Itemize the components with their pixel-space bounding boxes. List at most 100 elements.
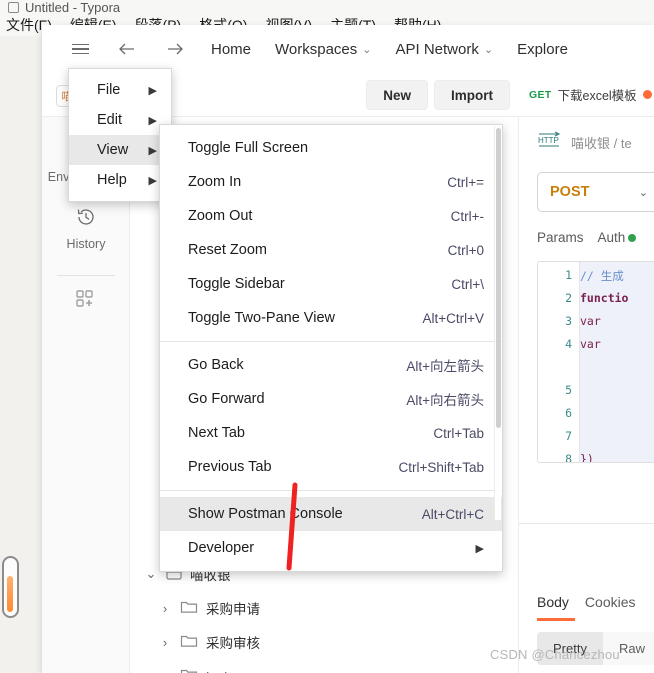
nav-home-label: Home xyxy=(211,40,252,58)
chevron-right-icon: ▶ xyxy=(475,542,484,555)
code-line: functio xyxy=(580,291,629,305)
chevron-right-icon: ▶ xyxy=(148,114,157,127)
line-number: 5 xyxy=(565,383,572,397)
menu-item-view[interactable]: View ▶ xyxy=(69,135,171,165)
auth-configured-dot xyxy=(628,234,637,242)
chevron-right-icon: ▶ xyxy=(148,84,157,97)
line-number: 6 xyxy=(565,406,572,420)
menu-item-zoom-in[interactable]: Zoom In Ctrl+= xyxy=(160,165,502,199)
menu-item-shortcut: Ctrl+- xyxy=(450,208,484,224)
menu-item-reset-zoom[interactable]: Reset Zoom Ctrl+0 xyxy=(160,233,502,267)
code-gutter: 1 2 3 4 5 6 7 8 9 xyxy=(538,262,580,462)
nav-explore-label: Explore xyxy=(517,40,568,58)
script-code-editor[interactable]: 1 2 3 4 5 6 7 8 9 // 生成 functio var var xyxy=(537,261,654,463)
line-number xyxy=(538,360,579,383)
menu-separator xyxy=(160,341,502,342)
tab-method-badge: GET xyxy=(529,88,552,101)
chevron-down-icon[interactable]: ⌄ xyxy=(158,668,172,673)
menu-item-shortcut: Alt+Ctrl+V xyxy=(422,310,484,326)
menu-item-next-tab[interactable]: Next Tab Ctrl+Tab xyxy=(160,416,502,450)
hamburger-icon[interactable] xyxy=(58,40,103,59)
menu-item-label: Go Back xyxy=(188,357,244,373)
code-lines[interactable]: // 生成 functio var var }) ret xyxy=(580,262,628,462)
tree-folder-row[interactable]: ⌄ test xyxy=(130,659,518,673)
menu-item-shortcut: Alt+向右箭头 xyxy=(406,393,484,408)
tab-params[interactable]: Params xyxy=(537,230,584,245)
method-selector[interactable]: POST ⌄ xyxy=(537,172,654,212)
menu-item-help[interactable]: Help ▶ xyxy=(69,165,171,195)
folder-icon xyxy=(180,633,198,651)
nav-api-network[interactable]: API Network ⌄ xyxy=(384,37,506,62)
breadcrumb: HTTP 喵收银 / te xyxy=(519,117,654,154)
code-line: var xyxy=(580,337,601,351)
typora-app-icon xyxy=(8,1,19,13)
nav-explore[interactable]: Explore xyxy=(505,37,580,62)
line-number: 2 xyxy=(565,291,572,305)
menu-item-label: Toggle Sidebar xyxy=(188,276,285,292)
tab-authorization[interactable]: Auth xyxy=(598,230,637,245)
tree-folder-row[interactable]: › 采购申请 xyxy=(130,591,518,625)
folder-icon xyxy=(180,667,198,673)
menu-item-toggle-full-screen[interactable]: Toggle Full Screen xyxy=(160,131,502,165)
menu-item-zoom-out[interactable]: Zoom Out Ctrl+- xyxy=(160,199,502,233)
slider-fill xyxy=(7,576,13,612)
menu-item-go-forward[interactable]: Go Forward Alt+向右箭头 xyxy=(160,382,502,416)
chevron-right-icon[interactable]: › xyxy=(158,635,172,650)
tab-cookies[interactable]: Cookies xyxy=(585,594,636,610)
response-divider xyxy=(519,523,654,524)
menu-item-shortcut: Ctrl+0 xyxy=(447,242,484,258)
menu-scrollbar[interactable] xyxy=(494,126,501,520)
menu-item-shortcut: Alt+向左箭头 xyxy=(406,359,484,374)
breadcrumb-path[interactable]: 喵收银 / te xyxy=(571,133,632,152)
arrow-left-icon[interactable] xyxy=(103,37,151,61)
line-number: 4 xyxy=(565,337,572,351)
nav-workspaces[interactable]: Workspaces ⌄ xyxy=(263,37,383,62)
chevron-down-icon: ⌄ xyxy=(483,43,494,56)
sidebar-item-add-apps[interactable] xyxy=(42,276,130,329)
menu-item-shortcut: Ctrl+= xyxy=(447,174,484,190)
chevron-down-icon[interactable]: ⌄ xyxy=(144,566,158,582)
menu-item-label: Zoom In xyxy=(188,174,242,190)
tab-title[interactable]: 下载excel模板 xyxy=(558,85,637,104)
menu-item-go-back[interactable]: Go Back Alt+向左箭头 xyxy=(160,348,502,382)
code-line: var xyxy=(580,314,601,328)
menu-item-file[interactable]: File ▶ xyxy=(69,75,171,105)
menu-item-previous-tab[interactable]: Previous Tab Ctrl+Shift+Tab xyxy=(160,450,502,484)
menu-item-label: Developer xyxy=(188,540,255,556)
response-pane: Body Cookies xyxy=(519,580,654,610)
chevron-down-icon: ⌄ xyxy=(638,186,648,199)
unsaved-changes-dot xyxy=(642,90,652,99)
typora-window-title: Untitled - Typora xyxy=(25,0,121,15)
history-icon xyxy=(42,206,130,231)
add-apps-grid-icon xyxy=(42,288,130,313)
menu-item-edit[interactable]: Edit ▶ xyxy=(69,105,171,135)
new-button[interactable]: New xyxy=(366,80,428,110)
chevron-down-icon: ⌄ xyxy=(362,43,372,56)
arrow-right-icon[interactable] xyxy=(151,37,199,61)
menu-item-developer[interactable]: Developer ▶ xyxy=(160,531,502,565)
menu-item-label: Show Postman Console xyxy=(188,506,343,522)
vertical-slider[interactable] xyxy=(2,556,19,618)
menu-item-toggle-two-pane-view[interactable]: Toggle Two-Pane View Alt+Ctrl+V xyxy=(160,301,502,335)
menu-item-label: Previous Tab xyxy=(188,459,272,475)
import-button[interactable]: Import xyxy=(434,80,510,110)
line-number: 8 xyxy=(565,452,572,463)
menu-item-toggle-sidebar[interactable]: Toggle Sidebar Ctrl+\ xyxy=(160,267,502,301)
nav-api-network-label: API Network xyxy=(395,40,479,58)
menu-item-label: Reset Zoom xyxy=(188,242,267,258)
tree-folder-label: 采购审核 xyxy=(206,636,260,651)
tree-folder-label: test xyxy=(206,669,228,673)
menu-item-label: Toggle Two-Pane View xyxy=(188,310,335,326)
menu-separator xyxy=(160,490,502,491)
menu-item-label: Go Forward xyxy=(188,391,265,407)
tab-body[interactable]: Body xyxy=(537,594,569,610)
sidebar-item-history[interactable]: History xyxy=(42,194,130,261)
nav-home[interactable]: Home xyxy=(199,37,263,62)
tree-folder-row[interactable]: › 采购审核 xyxy=(130,625,518,659)
primary-menu: File ▶ Edit ▶ View ▶ Help ▶ xyxy=(68,68,172,202)
tab-auth-label: Auth xyxy=(597,230,626,245)
menu-item-label: Edit xyxy=(97,112,122,128)
chevron-right-icon[interactable]: › xyxy=(158,601,172,616)
menu-item-show-postman-console[interactable]: Show Postman Console Alt+Ctrl+C xyxy=(160,497,502,531)
